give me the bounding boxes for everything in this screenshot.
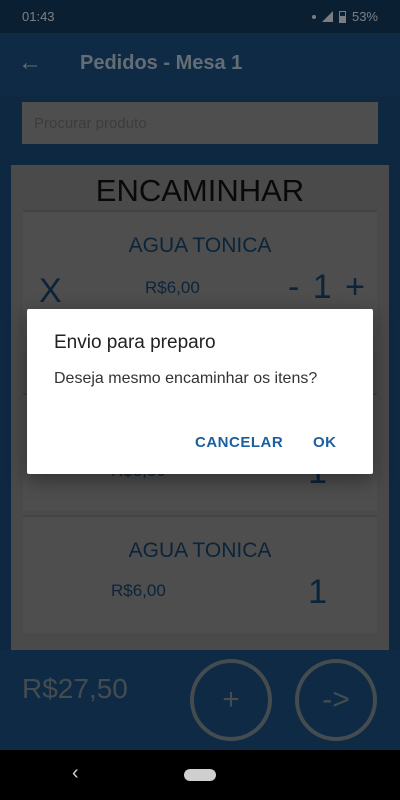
nav-home-icon[interactable] — [184, 769, 216, 781]
confirm-dialog: Envio para preparo Deseja mesmo encaminh… — [27, 309, 373, 474]
system-nav-bar: ‹ — [0, 750, 400, 800]
ok-button[interactable]: OK — [313, 434, 337, 451]
dialog-message: Deseja mesmo encaminhar os itens? — [54, 370, 318, 387]
cancel-button[interactable]: CANCELAR — [195, 434, 283, 451]
dialog-title: Envio para preparo — [54, 332, 216, 353]
nav-back-icon[interactable]: ‹ — [72, 762, 79, 785]
